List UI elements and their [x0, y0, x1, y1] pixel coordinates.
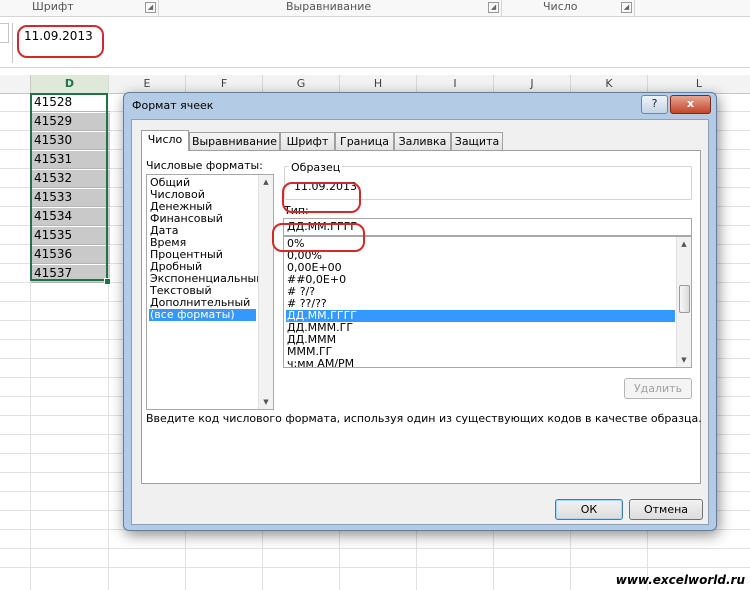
scroll-up-icon[interactable]: ▲ [677, 237, 691, 251]
site-watermark: www.excelworld.ru [615, 573, 745, 587]
hint-text: Введите код числового формата, используя… [146, 412, 702, 425]
cell-d[interactable]: 41537 [31, 265, 110, 283]
cell-d[interactable]: 41534 [31, 208, 110, 226]
ribbon-divider [634, 0, 635, 16]
category-scrollbar[interactable]: ▲ ▼ [258, 175, 273, 409]
sample-label: Образец [289, 161, 343, 174]
fill-handle[interactable] [104, 278, 111, 285]
ribbon-divider [501, 0, 502, 16]
cell-d[interactable]: 41528 [31, 94, 110, 112]
tab-font[interactable]: Шрифт [280, 132, 335, 150]
scroll-thumb[interactable] [679, 285, 690, 313]
format-scrollbar[interactable]: ▲ ▼ [676, 237, 691, 367]
tab-number[interactable]: Число [141, 130, 189, 151]
cell-d[interactable]: 41533 [31, 189, 110, 207]
format-cells-dialog: Формат ячеек ? x Число Выравнивание Шриф… [123, 92, 717, 531]
alignment-dialog-launcher-icon[interactable]: ◢ [488, 2, 499, 13]
close-icon: x [686, 97, 695, 110]
cell-d[interactable]: 41532 [31, 170, 110, 188]
list-item[interactable]: ч:мм AM/PM [286, 358, 354, 368]
cell-d[interactable]: 41529 [31, 113, 110, 131]
cell-d[interactable]: 41536 [31, 246, 110, 264]
gridline [0, 567, 750, 568]
format-list[interactable]: 0% 0,00% 0,00E+00 ##0,0E+0 # ?/? # ??/??… [283, 236, 692, 368]
categories-label: Числовые форматы: [146, 159, 263, 172]
ribbon-group-font: Шрифт [32, 0, 74, 13]
formula-bar: 11.09.2013 [0, 17, 750, 68]
scroll-down-icon[interactable]: ▼ [677, 353, 691, 367]
cell-d[interactable]: 41535 [31, 227, 110, 245]
number-tab-panel: Числовые форматы: Общий Числовой Денежны… [141, 150, 702, 484]
column-header-d[interactable]: D [31, 75, 109, 95]
gridline [0, 548, 750, 549]
help-button[interactable]: ? [641, 95, 668, 114]
close-button[interactable]: x [670, 95, 711, 114]
cell-d[interactable]: 41530 [31, 132, 110, 150]
delete-button[interactable]: Удалить [624, 378, 692, 399]
scroll-down-icon[interactable]: ▼ [259, 395, 273, 409]
annotation-oval-formula [17, 25, 104, 58]
tab-fill[interactable]: Заливка [394, 132, 451, 150]
ribbon-divider [158, 0, 159, 16]
number-dialog-launcher-icon[interactable]: ◢ [621, 2, 632, 13]
formula-input[interactable]: 11.09.2013 [12, 23, 748, 63]
dialog-title: Формат ячеек [132, 99, 214, 112]
help-icon: ? [651, 97, 658, 110]
tab-protection[interactable]: Защита [451, 132, 503, 150]
ribbon-group-alignment: Выравнивание [286, 0, 372, 13]
row-header-corner[interactable] [0, 75, 31, 94]
tab-alignment[interactable]: Выравнивание [189, 132, 280, 150]
annotation-oval-type [272, 223, 365, 252]
list-item-selected[interactable]: (все форматы) [149, 309, 256, 321]
name-box[interactable] [0, 23, 9, 43]
scroll-up-icon[interactable]: ▲ [259, 175, 273, 189]
ribbon-groups: Шрифт ◢ Выравнивание ◢ Число ◢ [0, 0, 750, 17]
tab-border[interactable]: Граница [335, 132, 394, 150]
cancel-button[interactable]: Отмена [629, 499, 703, 520]
ribbon-group-number: Число [543, 0, 578, 13]
ok-button[interactable]: ОК [555, 499, 623, 520]
category-list[interactable]: Общий Числовой Денежный Финансовый Дата … [146, 174, 274, 410]
font-dialog-launcher-icon[interactable]: ◢ [145, 2, 156, 13]
annotation-oval-sample [282, 182, 361, 213]
dialog-body: Число Выравнивание Шрифт Граница Заливка… [131, 119, 709, 525]
cell-d[interactable]: 41531 [31, 151, 110, 169]
